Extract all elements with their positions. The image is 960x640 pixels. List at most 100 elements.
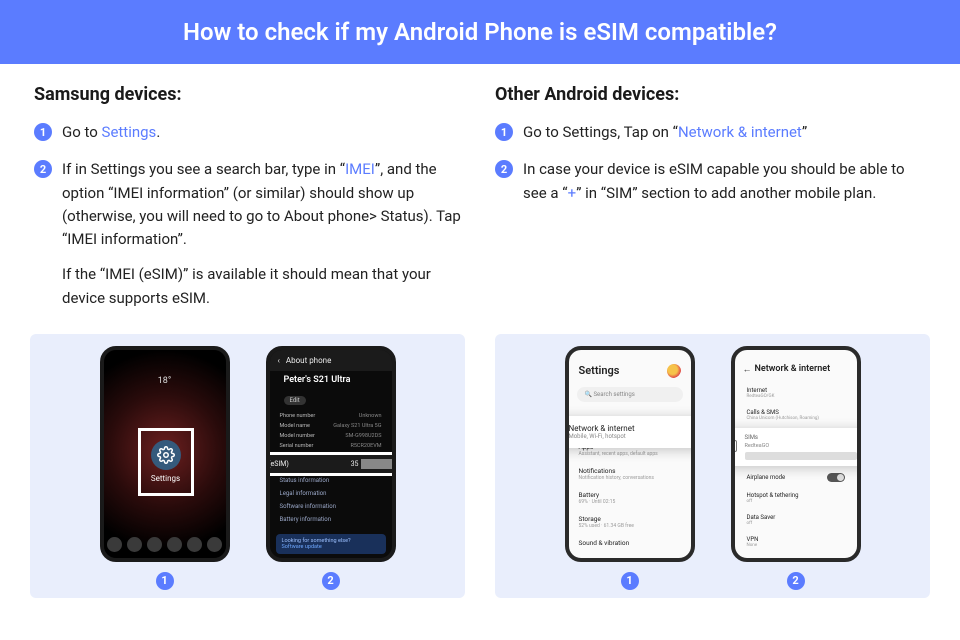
other-gallery: Settings 🔍 Search settings AppsAssistant…: [495, 334, 930, 598]
about-phone-rows: Phone numberUnknownModel nameGalaxy S21 …: [270, 409, 392, 453]
list-item: 2 In case your device is eSIM capable yo…: [495, 158, 926, 205]
step-number-badge: 2: [34, 160, 52, 178]
sims-label: SIMs: [745, 434, 861, 441]
samsung-steps: 1 Go to Settings. 2 If in Settings you s…: [34, 121, 465, 310]
about-phone-light-rows: Status informationLegal informationSoftw…: [270, 474, 392, 526]
sim-masked-bar: [745, 452, 857, 460]
sims-callout: SIMs RedteaGO +: [731, 428, 861, 466]
other-shot-1: Settings 🔍 Search settings AppsAssistant…: [565, 346, 695, 590]
search-placeholder: Search settings: [593, 391, 634, 398]
list-item: 2 If in Settings you see a search bar, t…: [34, 158, 465, 310]
page-title: How to check if my Android Phone is eSIM…: [0, 0, 960, 64]
step-followup-text: If the “IMEI (eSIM)” is available it sho…: [62, 263, 465, 310]
settings-list: AppsAssistant, recent apps, default apps…: [569, 438, 691, 552]
about-row: Phone numberUnknown: [270, 411, 392, 421]
shot-caption-badge: 2: [322, 572, 340, 590]
phone-mock: ← Network & internet InternetRedteaGO/GK…: [731, 346, 861, 562]
edit-button: Edit: [284, 396, 306, 405]
imei-esim-callout: IMEI (eSIM) 35: [266, 452, 396, 476]
samsung-gallery: 18° Settings 1 ‹ About phone Pe: [30, 334, 465, 598]
other-steps: 1 Go to Settings, Tap on “Network & inte…: [495, 121, 926, 205]
imei-esim-label: IMEI (eSIM): [266, 460, 289, 468]
list-item: 1 Go to Settings.: [34, 121, 465, 144]
text: ”: [802, 123, 807, 141]
device-name: Peter's S21 Ultra: [270, 371, 392, 387]
text: ” in “SIM” section to add another mobile…: [576, 184, 876, 202]
settings-app-highlight: Settings: [138, 428, 194, 496]
settings-title: Settings: [569, 350, 691, 383]
step-text: Go to Settings, Tap on “Network & intern…: [523, 121, 807, 144]
about-row: Legal information: [270, 487, 392, 500]
other-column: Other Android devices: 1 Go to Settings,…: [495, 84, 926, 324]
phone-mock: 18° Settings: [100, 346, 230, 562]
about-phone-topbar: ‹ About phone: [270, 350, 392, 371]
step-number-badge: 1: [34, 123, 52, 141]
weather-widget: 18°: [104, 376, 226, 386]
imei-value-prefix: 35: [351, 460, 359, 468]
network-item: Private DNSAutomatic: [735, 553, 857, 562]
dock-app-icon: [107, 537, 122, 552]
network-item: Hotspot & tetheringoff: [735, 487, 857, 509]
shot-caption-badge: 1: [621, 572, 639, 590]
instructions-columns: Samsung devices: 1 Go to Settings. 2 If …: [0, 64, 960, 334]
step-number-badge: 2: [495, 160, 513, 178]
screenshot-galleries: 18° Settings 1 ‹ About phone Pe: [0, 334, 960, 608]
about-row: Serial numberR5CR20EVM: [270, 441, 392, 451]
shot-caption-badge: 1: [156, 572, 174, 590]
samsung-heading: Samsung devices:: [34, 84, 465, 105]
dock-app-icon: [187, 537, 202, 552]
imei-link[interactable]: IMEI: [345, 160, 375, 178]
about-row: Status information: [270, 474, 392, 487]
profile-avatar-icon: [667, 364, 681, 378]
gear-icon: [151, 440, 181, 470]
other-heading: Other Android devices:: [495, 84, 926, 105]
back-icon: ‹: [278, 356, 280, 365]
network-item: Airplane mode: [735, 468, 857, 487]
about-row: Software information: [270, 500, 392, 513]
text: Go to: [62, 123, 102, 141]
about-row: Model nameGalaxy S21 Ultra 5G: [270, 421, 392, 431]
step-text: If in Settings you see a search bar, typ…: [62, 158, 465, 310]
callout-sub: Mobile, Wi-Fi, hotspot: [569, 433, 695, 440]
settings-item: Storage52% used · 61.34 GB free: [569, 510, 691, 534]
settings-title-text: Settings: [579, 364, 620, 377]
step-text: Go to Settings.: [62, 121, 160, 144]
dock-app-icon: [147, 537, 162, 552]
step-number-badge: 1: [495, 123, 513, 141]
text: .: [156, 123, 160, 141]
other-shot-2: ← Network & internet InternetRedteaGO/GK…: [731, 346, 861, 590]
about-row: Battery information: [270, 513, 392, 526]
dock-app-icon: [127, 537, 142, 552]
sim-card-icon: [731, 440, 737, 452]
settings-item: NotificationsNotification history, conve…: [569, 462, 691, 486]
phone-mock: Settings 🔍 Search settings AppsAssistant…: [565, 346, 695, 562]
hint-sub: Software update: [282, 544, 380, 550]
text: Go to Settings, Tap on “: [523, 123, 678, 141]
imei-value-masked: [361, 459, 396, 469]
samsung-shot-1: 18° Settings 1: [100, 346, 230, 590]
airplane-toggle: [827, 473, 845, 482]
settings-search: 🔍 Search settings: [577, 387, 683, 402]
text: If in Settings you see a search bar, typ…: [62, 160, 345, 178]
looking-for-hint: Looking for something else? Software upd…: [276, 534, 386, 554]
network-rows-below: Airplane modeHotspot & tetheringoffData …: [735, 468, 857, 562]
dock-app-icon: [207, 537, 222, 552]
phone-mock: ‹ About phone Peter's S21 Ultra Edit Pho…: [266, 346, 396, 562]
about-phone-title: About phone: [286, 356, 331, 365]
settings-link[interactable]: Settings: [102, 123, 157, 141]
network-title-text: Network & internet: [755, 364, 831, 374]
sim-name: RedteaGO: [745, 443, 861, 449]
dock-app-icon: [167, 537, 182, 552]
back-icon: ←: [743, 364, 752, 375]
list-item: 1 Go to Settings, Tap on “Network & inte…: [495, 121, 926, 144]
samsung-shot-2: ‹ About phone Peter's S21 Ultra Edit Pho…: [266, 346, 396, 590]
settings-app-label: Settings: [151, 474, 180, 483]
network-internet-link[interactable]: Network & internet: [678, 123, 802, 141]
callout-title: Network & internet: [569, 424, 695, 433]
network-item: Calls & SMSChina Unicom (Hutchison, Roam…: [735, 404, 857, 426]
plus-link[interactable]: +: [568, 184, 577, 202]
step-text: In case your device is eSIM capable you …: [523, 158, 926, 205]
about-row: Model numberSM-G998U2DS: [270, 431, 392, 441]
network-internet-callout: ◇ Network & internet Mobile, Wi-Fi, hots…: [565, 416, 695, 448]
settings-item: Battery69% · Until 02:15: [569, 486, 691, 510]
